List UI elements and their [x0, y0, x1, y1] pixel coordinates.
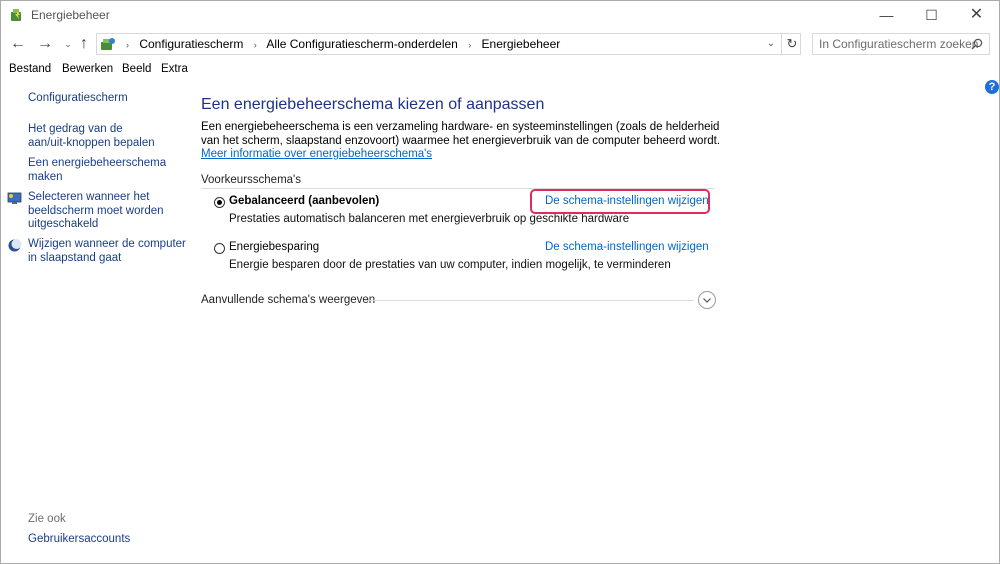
- back-button[interactable]: ←: [7, 33, 29, 55]
- energiebeheer-window: Energiebeheer — ☐ ✕ ← → ⌄ ↑ › Configurat…: [0, 0, 1000, 564]
- breadcrumb-energiebeheer[interactable]: Energiebeheer: [482, 37, 561, 51]
- breadcrumb-separator[interactable]: ›: [468, 40, 471, 50]
- title-bar[interactable]: Energiebeheer — ☐ ✕: [1, 1, 999, 29]
- plan-name-power-saver[interactable]: Energiebesparing: [229, 241, 319, 253]
- sidebar-item-label: maken: [28, 170, 63, 183]
- control-panel-icon: [101, 38, 115, 50]
- plan-name-balanced[interactable]: Gebalanceerd (aanbevolen): [229, 195, 379, 207]
- radio-selected-dot: [217, 200, 222, 205]
- sidebar-item-label: Het gedrag van de: [28, 123, 123, 135]
- refresh-button[interactable]: ↻: [781, 34, 802, 54]
- more-info-link[interactable]: Meer informatie over energiebeheerschema…: [201, 148, 432, 160]
- sidebar-item-label: beeldscherm moet worden: [28, 204, 164, 217]
- sidebar-item-label: Wijzigen wanneer de computer: [28, 238, 186, 250]
- sidebar-item-label: in slaapstand gaat: [28, 251, 122, 264]
- see-also-heading: Zie ook: [28, 513, 66, 525]
- sidebar-item-label: uitgeschakeld: [28, 218, 99, 230]
- breadcrumb-separator: ›: [126, 40, 129, 50]
- forward-button[interactable]: →: [34, 33, 56, 55]
- sidebar-home-link[interactable]: Configuratiescherm: [28, 92, 128, 106]
- window-title: Energiebeheer: [31, 8, 110, 22]
- help-button[interactable]: ?: [985, 80, 999, 94]
- change-plan-settings-link-power-saver[interactable]: De schema-instellingen wijzigen: [545, 241, 709, 253]
- sidebar-item-create-plan[interactable]: Een energiebeheerschema maken: [28, 157, 166, 184]
- search-icon: [971, 38, 983, 50]
- expand-chevron-icon[interactable]: [698, 291, 716, 309]
- power-options-icon: [11, 9, 21, 21]
- minimize-button[interactable]: —: [864, 1, 909, 29]
- sidebar-item-display-off[interactable]: Selecteren wanneer het beeldscherm moet …: [28, 191, 164, 232]
- chevron-down-icon: [703, 298, 711, 303]
- more-plans-divider: [365, 300, 694, 301]
- sidebar-item-label: Selecteren wanneer het: [28, 191, 150, 203]
- plan-description-power-saver: Energie besparen door de prestaties van …: [229, 259, 671, 271]
- sidebar-item-label: Een energiebeheerschema: [28, 157, 167, 169]
- highlight-annotation: [530, 189, 710, 214]
- intro-text: Een energiebeheerschema is een verzameli…: [201, 121, 721, 162]
- sidebar-item-power-buttons[interactable]: Het gedrag van de aan/uit-knoppen bepale…: [28, 123, 155, 150]
- close-button[interactable]: ✕: [954, 1, 999, 29]
- page-title: Een energiebeheerschema kiezen of aanpas…: [201, 96, 545, 113]
- search-placeholder: In Configuratiescherm zoeken: [819, 37, 979, 51]
- breadcrumb-configuratiescherm[interactable]: Configuratiescherm: [139, 37, 243, 51]
- breadcrumb-alle-onderdelen[interactable]: Alle Configuratiescherm-onderdelen: [266, 37, 457, 51]
- sidebar-item-sleep[interactable]: Wijzigen wanneer de computer in slaapsta…: [28, 238, 186, 265]
- menu-bestand[interactable]: Bestand: [9, 63, 51, 75]
- menu-bewerken[interactable]: Bewerken: [62, 63, 113, 75]
- show-additional-plans-label[interactable]: Aanvullende schema's weergeven: [201, 294, 375, 306]
- menu-extra[interactable]: Extra: [161, 63, 188, 75]
- preferred-plans-label: Voorkeursschema's: [201, 174, 301, 186]
- monitor-icon: [7, 192, 22, 204]
- search-input[interactable]: In Configuratiescherm zoeken: [812, 33, 990, 55]
- menu-bar: Bestand Bewerken Beeld Extra: [1, 61, 999, 79]
- radio-balanced[interactable]: [214, 197, 225, 208]
- moon-icon: [8, 239, 22, 252]
- user-accounts-link[interactable]: Gebruikersaccounts: [28, 533, 130, 545]
- menu-beeld[interactable]: Beeld: [122, 63, 151, 75]
- address-bar[interactable]: › Configuratiescherm › Alle Configuratie…: [96, 33, 801, 55]
- up-button[interactable]: ↑: [73, 33, 95, 55]
- intro-description: Een energiebeheerschema is een verzameli…: [201, 121, 721, 147]
- sidebar-item-label: aan/uit-knoppen bepalen: [28, 136, 155, 149]
- radio-power-saver[interactable]: [214, 243, 225, 254]
- plan-description-balanced: Prestaties automatisch balanceren met en…: [229, 213, 630, 225]
- maximize-button[interactable]: ☐: [909, 1, 954, 29]
- breadcrumb-separator[interactable]: ›: [254, 40, 257, 50]
- address-row: ← → ⌄ ↑ › Configuratiescherm › Alle Conf…: [1, 31, 999, 57]
- breadcrumb: › Configuratiescherm › Alle Configuratie…: [119, 37, 560, 51]
- address-dropdown-button[interactable]: ⌄: [763, 36, 779, 52]
